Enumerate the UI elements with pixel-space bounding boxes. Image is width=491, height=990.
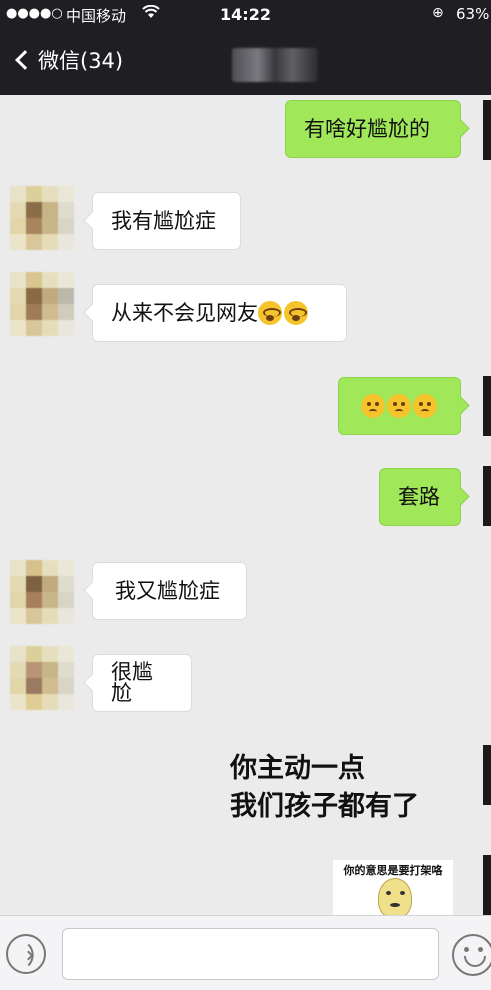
message-text: 套路 [398, 484, 440, 509]
contact-name-obscured [232, 48, 318, 82]
message-bubble-sent[interactable]: 有啥好尴尬的 [285, 100, 461, 158]
contact-avatar[interactable] [10, 646, 74, 710]
meme-line-2: 我们孩子都有了 [230, 791, 419, 822]
self-avatar[interactable] [483, 100, 491, 160]
message-bubble-received[interactable]: 从来不会见网友 [92, 284, 347, 342]
top-bar: ●●●●○ 中国移动 14:22 ⊕ 63% 微信(34) [0, 0, 491, 95]
panda-face-sticker-icon [378, 878, 412, 918]
contact-avatar[interactable] [10, 560, 74, 624]
sticker-caption: 你的意思是要打架咯 [343, 864, 443, 877]
status-bar: ●●●●○ 中国移动 14:22 ⊕ 63% [0, 0, 491, 30]
contact-avatar[interactable] [10, 186, 74, 250]
battery-percentage: 63% [456, 5, 490, 23]
shocked-face-icon [284, 301, 308, 325]
message-bubble-received[interactable]: 我有尴尬症 [92, 192, 241, 250]
self-avatar[interactable] [483, 855, 491, 915]
self-avatar[interactable] [483, 376, 491, 436]
message-bubble-received[interactable]: 我又尴尬症 [92, 562, 247, 620]
shocked-face-icon [258, 301, 282, 325]
message-input[interactable] [62, 928, 439, 980]
contact-avatar[interactable] [10, 272, 74, 336]
message-text: 从来不会见网友 [111, 300, 258, 325]
puzzled-face-icon [412, 394, 437, 418]
chevron-left-icon [15, 50, 35, 70]
rotation-lock-icon: ⊕ [432, 5, 444, 21]
clock: 14:22 [220, 5, 271, 24]
back-label: 微信(34) [38, 49, 124, 73]
meme-image-message[interactable]: 你主动一点 我们孩子都有了 [230, 750, 480, 826]
message-bubble-sent[interactable] [338, 377, 461, 435]
message-text: 我有尴尬症 [111, 208, 216, 233]
emoji-button-icon[interactable] [452, 934, 491, 976]
meme-line-1: 你主动一点 [230, 753, 365, 784]
puzzled-face-icon [386, 394, 411, 418]
self-avatar[interactable] [483, 466, 491, 526]
message-text: 有啥好尴尬的 [304, 116, 430, 141]
puzzled-face-icon [360, 394, 385, 418]
self-avatar[interactable] [483, 745, 491, 805]
message-text: 我又尴尬症 [115, 578, 220, 603]
message-text: 很尴尬 [111, 660, 153, 705]
chat-header: 微信(34) [0, 30, 491, 95]
back-button[interactable]: 微信(34) [14, 45, 123, 75]
message-bubble-received[interactable]: 很尴尬 [92, 654, 192, 712]
message-bubble-sent[interactable]: 套路 [379, 468, 461, 526]
voice-input-icon[interactable] [6, 934, 46, 974]
sticker-message[interactable]: 你的意思是要打架咯 [333, 860, 453, 918]
input-bar [0, 915, 491, 990]
